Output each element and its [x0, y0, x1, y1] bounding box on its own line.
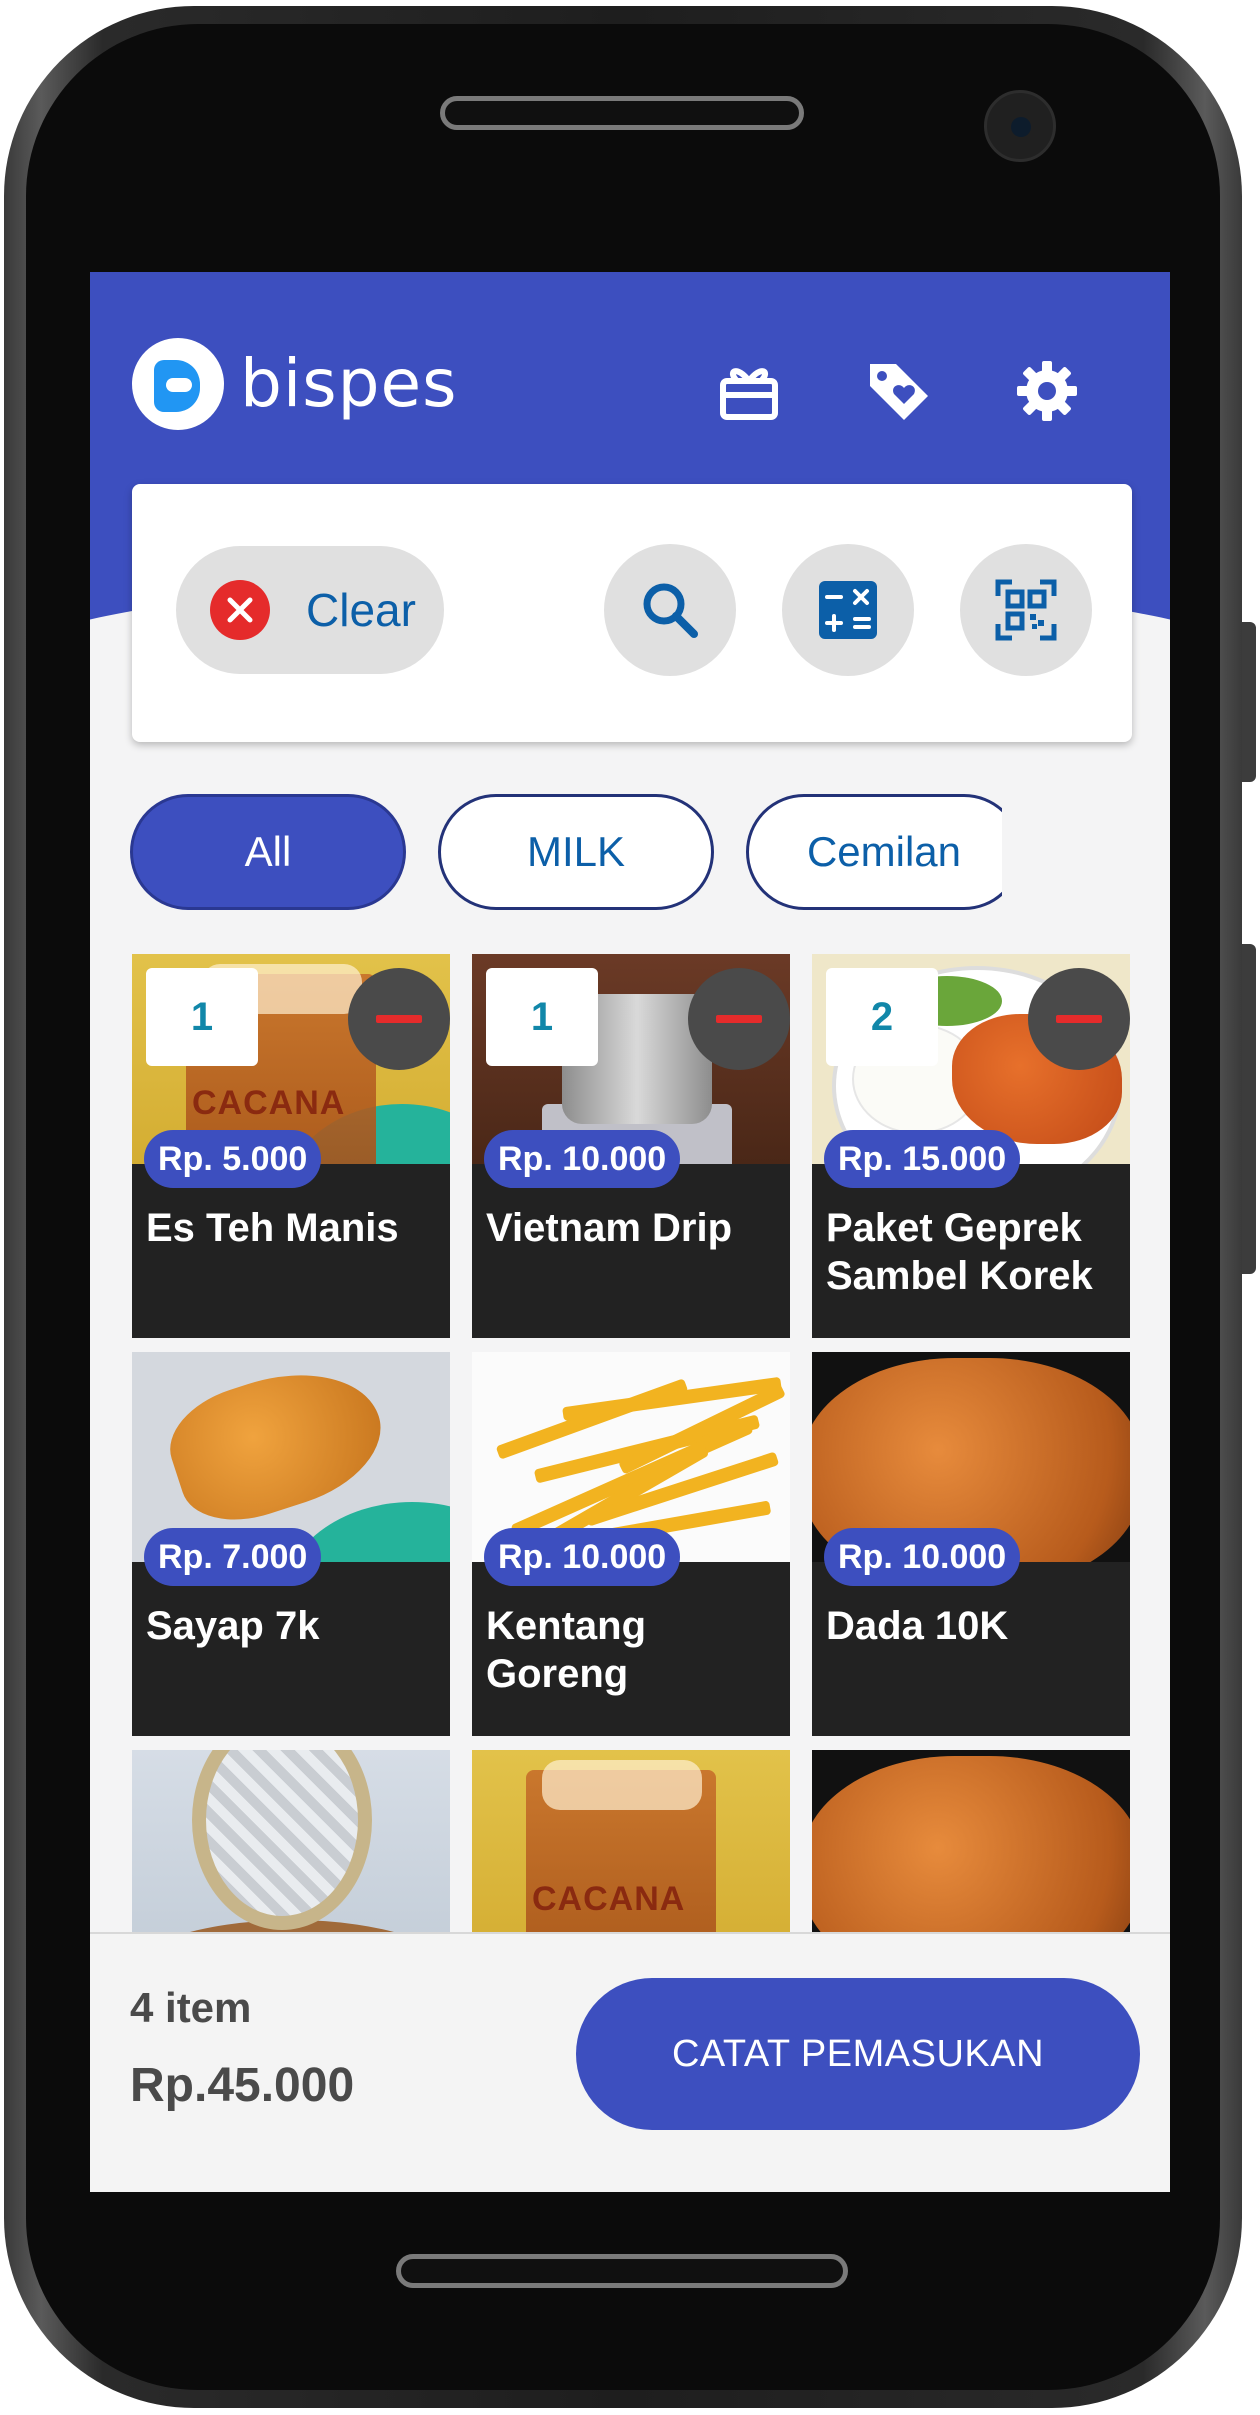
- product-card[interactable]: CACANA 1 Rp. 5.000 Es Teh Manis: [132, 954, 450, 1338]
- product-card[interactable]: 1 Rp. 10.000 Vietnam Drip: [472, 954, 790, 1338]
- price-badge: Rp. 10.000: [824, 1528, 1021, 1586]
- brand-name: bispes: [240, 345, 458, 422]
- product-card[interactable]: Rp. 10.000 Kentang Goreng: [472, 1352, 790, 1736]
- product-name: Es Teh Manis: [146, 1206, 399, 1250]
- price-badge: Rp. 5.000: [144, 1130, 322, 1188]
- product-name: Dada 10K: [826, 1604, 1009, 1648]
- search-button[interactable]: [604, 544, 736, 676]
- minus-icon: [1056, 1015, 1102, 1023]
- category-filter-bar: All MILK Cemilan: [130, 794, 1002, 914]
- search-toolbar-card: Clear: [132, 484, 1132, 742]
- decrease-quantity-button[interactable]: [348, 968, 450, 1070]
- cart-total: Rp.45.000: [130, 2059, 355, 2112]
- minus-icon: [376, 1015, 422, 1023]
- record-income-button[interactable]: CATAT PEMASUKAN: [576, 1978, 1140, 2130]
- quantity-badge: 2: [826, 968, 938, 1066]
- clear-button[interactable]: Clear: [176, 546, 444, 674]
- qr-scan-icon: [995, 579, 1057, 641]
- gift-icon[interactable]: [712, 354, 786, 428]
- close-icon: [210, 580, 270, 640]
- product-name: Kentang Goreng: [486, 1604, 646, 1696]
- front-camera: [984, 90, 1056, 162]
- calculator-button[interactable]: [782, 544, 914, 676]
- product-image: [812, 1750, 1130, 1960]
- product-card[interactable]: Rp. 10.000 Dada 10K: [812, 1352, 1130, 1736]
- decrease-quantity-button[interactable]: [688, 968, 790, 1070]
- price-badge: Rp. 7.000: [144, 1528, 322, 1586]
- clear-label: Clear: [306, 584, 416, 636]
- price-badge: Rp. 10.000: [484, 1130, 681, 1188]
- product-card[interactable]: 2 Rp. 15.000 Paket Geprek Sambel Korek: [812, 954, 1130, 1338]
- product-image: CACANA: [472, 1750, 790, 1960]
- price-badge: Rp. 15.000: [824, 1130, 1021, 1188]
- category-chip-milk[interactable]: MILK: [438, 794, 714, 910]
- gear-icon[interactable]: [1010, 354, 1084, 428]
- product-image: [132, 1750, 450, 1960]
- earpiece-speaker: [440, 96, 804, 130]
- minus-icon: [716, 1015, 762, 1023]
- category-chip-all[interactable]: All: [130, 794, 406, 910]
- quantity-badge: 1: [486, 968, 598, 1066]
- power-button: [1242, 944, 1256, 1274]
- product-name: Sayap 7k: [146, 1604, 320, 1648]
- app-screen: bispes Clear All MILK Cemilan CACANA 1 R…: [90, 272, 1170, 2192]
- quantity-badge: 1: [146, 968, 258, 1066]
- app-logo: bispes: [132, 338, 458, 430]
- logo-icon: [132, 338, 224, 430]
- category-chip-cemilan[interactable]: Cemilan: [746, 794, 1002, 910]
- cart-summary-bar: 4 item Rp.45.000 CATAT PEMASUKAN: [90, 1932, 1170, 2192]
- qr-scan-button[interactable]: [960, 544, 1092, 676]
- search-icon: [643, 583, 698, 638]
- volume-button: [1242, 622, 1256, 782]
- product-name: Vietnam Drip: [486, 1206, 732, 1250]
- calculator-icon: [819, 581, 877, 639]
- product-card[interactable]: Rp. 7.000 Sayap 7k: [132, 1352, 450, 1736]
- price-badge: Rp. 10.000: [484, 1528, 681, 1586]
- cart-item-count: 4 item: [130, 1984, 252, 2031]
- product-name: Paket Geprek Sambel Korek: [826, 1206, 1093, 1298]
- decrease-quantity-button[interactable]: [1028, 968, 1130, 1070]
- tag-heart-icon[interactable]: [862, 354, 936, 428]
- bottom-speaker: [396, 2254, 848, 2288]
